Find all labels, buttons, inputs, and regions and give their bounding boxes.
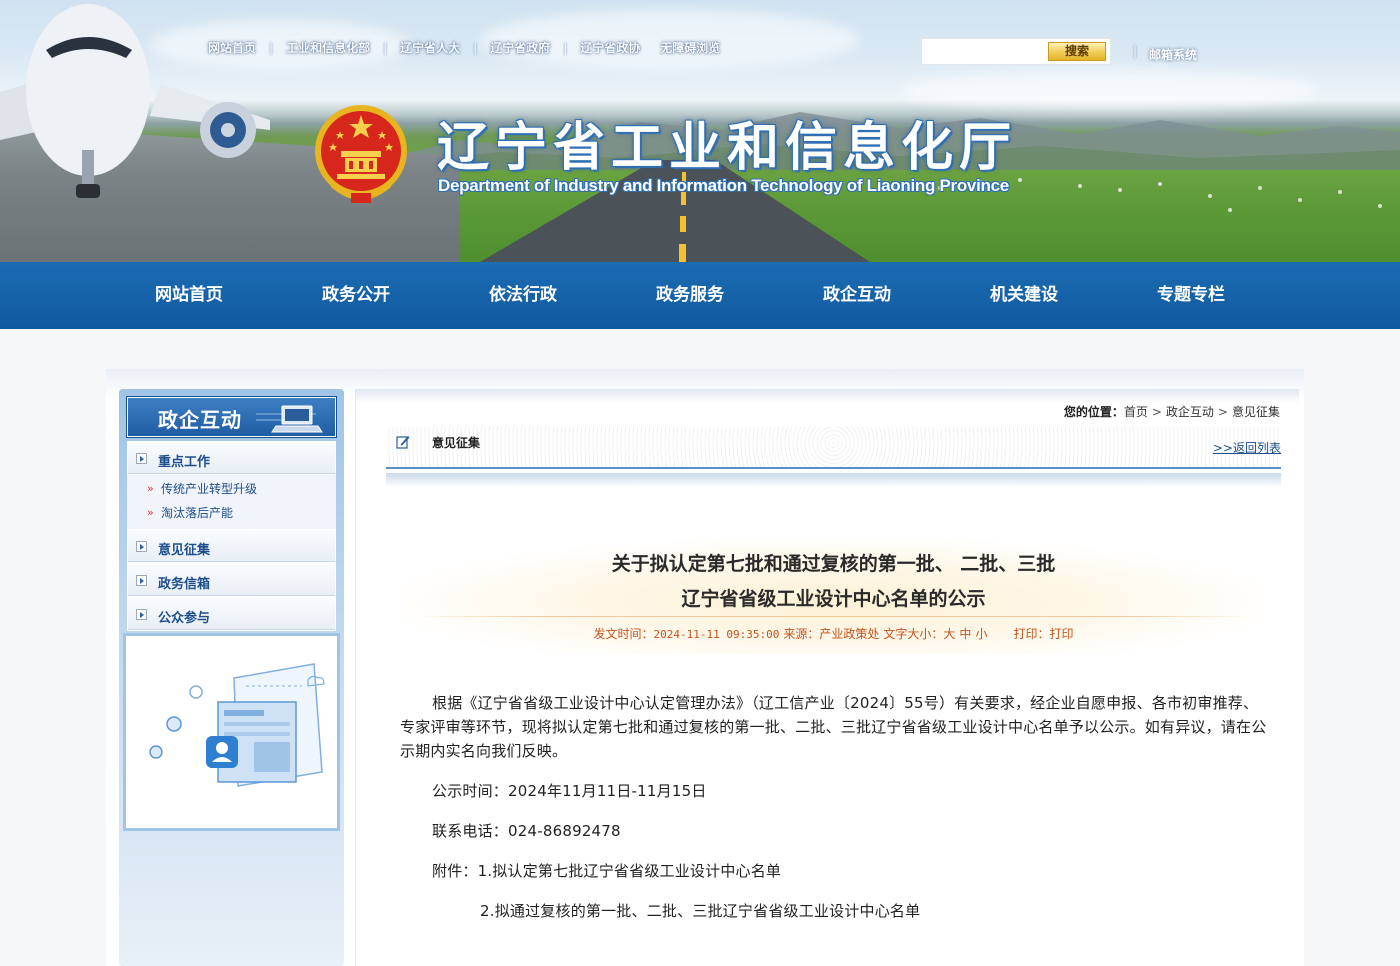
top-links: 网站首页 | 工业和信息化部 | 辽宁省人大 | 辽宁省政府 | 辽宁省政协 无… xyxy=(208,39,720,56)
edit-icon xyxy=(396,436,410,449)
top-link-home[interactable]: 网站首页 xyxy=(208,39,256,56)
breadcrumb-separator: > xyxy=(1217,405,1228,419)
nav-gov-services[interactable]: 政务服务 xyxy=(630,262,750,329)
sidebar-item-key-work[interactable]: 重点工作 xyxy=(127,441,336,475)
article-meta: 发文时间：2024-11-11 09:35:00 来源：产业政策处 文字大小：大中小… xyxy=(401,625,1266,642)
sidebar-item-public-participation[interactable]: 公众参与 xyxy=(127,597,336,631)
top-link-cppcc[interactable]: 辽宁省政协 xyxy=(580,39,640,56)
nav-home[interactable]: 网站首页 xyxy=(129,262,249,329)
airplane-graphic xyxy=(0,4,270,198)
section-title: 意见征集 xyxy=(432,436,481,450)
top-link-npc[interactable]: 辽宁省人大 xyxy=(400,39,460,56)
breadcrumb-separator: > xyxy=(1151,405,1162,419)
article-paragraph: 公示时间：2024年11月11日-11月15日 xyxy=(432,782,707,800)
arrow-right-icon xyxy=(136,541,147,552)
meta-font-size-label: 文字大小： xyxy=(883,627,944,641)
top-link-separator: | xyxy=(269,40,274,55)
search-input[interactable] xyxy=(926,43,1046,61)
nav-party-building[interactable]: 机关建设 xyxy=(964,262,1084,329)
article-title-line: 关于拟认定第七批和通过复核的第一批、 二批、三批 xyxy=(611,553,1056,575)
print-link[interactable]: 打印 xyxy=(1049,627,1073,641)
meta-print-label: 打印： xyxy=(1013,627,1050,641)
meta-source-value: 产业政策处 xyxy=(819,627,880,641)
national-emblem-icon xyxy=(315,105,407,203)
font-size-medium-link[interactable]: 中 xyxy=(959,627,971,641)
breadcrumb-home[interactable]: 首页 xyxy=(1124,405,1148,419)
online-service-illustration xyxy=(149,663,325,787)
sidebar-item-label: 重点工作 xyxy=(158,455,211,470)
mail-separator: | xyxy=(1133,44,1138,58)
sidebar-subitems: 传统产业转型升级 淘汰落后产能 xyxy=(127,475,336,529)
breadcrumb: 您的位置：首页 > 政企互动 > 意见征集 xyxy=(1064,403,1280,420)
sidebar-subitem-label: 淘汰落后产能 xyxy=(161,506,234,520)
sidebar-subitem-industry-upgrade[interactable]: 传统产业转型升级 xyxy=(127,477,336,501)
meta-date-label: 发文时间： xyxy=(593,627,654,641)
sidebar-item-label: 意见征集 xyxy=(158,543,211,558)
section-header: 意见征集 >>返回列表 xyxy=(386,427,1281,469)
main-content: 您的位置：首页 > 政企互动 > 意见征集 意见征集 >>返回列表 关于拟认定第七批和通… xyxy=(355,389,1299,966)
breadcrumb-prefix: 您的位置： xyxy=(1063,405,1124,419)
sidebar-menu: 重点工作 传统产业转型升级 淘汰落后产能 意见征集 政务信箱 公众参与 xyxy=(127,441,336,631)
meta-source-label: 来源： xyxy=(783,627,820,641)
attachment-link[interactable]: 2.拟通过复核的第一批、二批、三批辽宁省省级工业设计中心名单 xyxy=(400,899,1270,923)
nav-special-topics[interactable]: 专题专栏 xyxy=(1131,262,1251,329)
sidebar-title: 政企互动 xyxy=(158,408,242,432)
site-subtitle: Department of Industry and Information T… xyxy=(438,176,1009,195)
header-banner: 网站首页 | 工业和信息化部 | 辽宁省人大 | 辽宁省政府 | 辽宁省政协 无… xyxy=(0,0,1400,262)
article-header: 关于拟认定第七批和通过复核的第一批、 二批、三批 辽宁省省级工业设计中心名单的公… xyxy=(401,539,1266,654)
breadcrumb-interaction[interactable]: 政企互动 xyxy=(1166,405,1214,419)
search-button[interactable]: 搜索 xyxy=(1048,42,1106,61)
arrow-right-icon xyxy=(136,609,147,620)
mail-system-link[interactable]: 邮箱系统 xyxy=(1149,46,1197,63)
arrow-right-icon xyxy=(136,575,147,586)
attachment-link[interactable]: 附件：1.拟认定第七批辽宁省省级工业设计中心名单 xyxy=(400,859,1270,883)
article-paragraph: 根据《辽宁省省级工业设计中心认定管理办法》（辽工信产业〔2024〕55号）有关要… xyxy=(400,694,1267,760)
sidebar-illustration xyxy=(123,633,340,831)
meta-date-value: 2024-11-11 09:35:00 xyxy=(653,628,780,641)
top-link-gov[interactable]: 辽宁省政府 xyxy=(490,39,550,56)
top-link-miit[interactable]: 工业和信息化部 xyxy=(286,39,370,56)
breadcrumb-opinions[interactable]: 意见征集 xyxy=(1232,405,1280,419)
top-link-separator: | xyxy=(563,40,568,55)
top-link-separator: | xyxy=(383,40,388,55)
font-size-large-link[interactable]: 大 xyxy=(943,627,955,641)
sidebar-subitem-eliminate-capacity[interactable]: 淘汰落后产能 xyxy=(127,501,336,525)
font-size-small-link[interactable]: 小 xyxy=(975,627,987,641)
sidebar-subitem-label: 传统产业转型升级 xyxy=(161,482,258,496)
article-paragraph: 联系电话：024-86892478 xyxy=(432,822,621,840)
article-title: 关于拟认定第七批和通过复核的第一批、 二批、三批 辽宁省省级工业设计中心名单的公… xyxy=(401,547,1266,617)
nav-law-admin[interactable]: 依法行政 xyxy=(463,262,583,329)
site-title: 辽宁省工业和信息化厅 xyxy=(437,117,1018,178)
sidebar-item-opinions[interactable]: 意见征集 xyxy=(127,529,336,563)
top-link-accessibility[interactable]: 无障碍浏览 xyxy=(660,39,720,56)
article-title-line: 辽宁省省级工业设计中心名单的公示 xyxy=(681,588,986,610)
sidebar-header: 政企互动 xyxy=(127,397,336,437)
sidebar-item-label: 政务信箱 xyxy=(158,577,211,592)
back-to-list-link[interactable]: >>返回列表 xyxy=(1213,439,1281,456)
laptop-icon xyxy=(256,405,323,433)
arrow-right-icon xyxy=(136,453,147,464)
search-box: 搜索 xyxy=(921,38,1111,65)
sidebar-item-mailbox[interactable]: 政务信箱 xyxy=(127,563,336,597)
main-nav: 网站首页 政务公开 依法行政 政务服务 政企互动 机关建设 专题专栏 xyxy=(0,262,1400,329)
sidebar-item-label: 公众参与 xyxy=(158,611,211,626)
sidebar: 政企互动 重点工作 传统产业转型升级 淘汰落后产能 意见征集 政务信箱 公众参与 xyxy=(119,389,344,966)
top-link-separator: | xyxy=(473,40,478,55)
article-body: 根据《辽宁省省级工业设计中心认定管理办法》（辽工信产业〔2024〕55号）有关要… xyxy=(400,691,1270,939)
nav-gov-affairs[interactable]: 政务公开 xyxy=(296,262,416,329)
nav-interaction[interactable]: 政企互动 xyxy=(797,262,917,329)
